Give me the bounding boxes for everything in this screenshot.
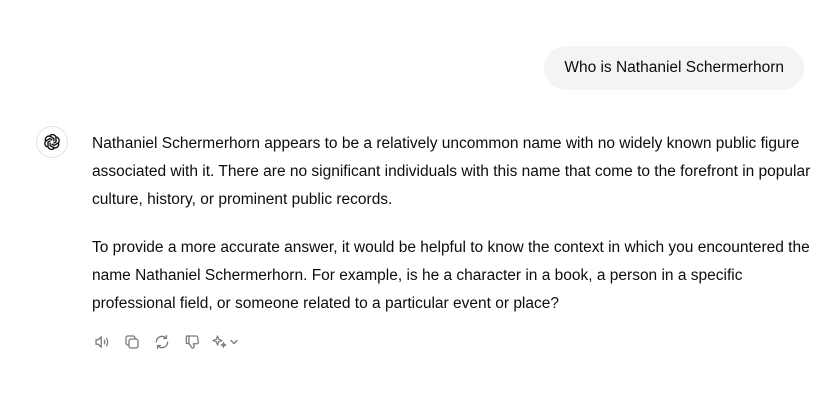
sparkle-icon [210,333,228,351]
regenerate-icon[interactable] [150,330,174,354]
message-actions [90,330,239,354]
copy-icon[interactable] [120,330,144,354]
thumbs-down-icon[interactable] [180,330,204,354]
model-switcher-button[interactable] [210,330,239,354]
assistant-paragraph: Nathaniel Schermerhorn appears to be a r… [92,135,811,208]
user-message-bubble: Who is Nathaniel Schermerhorn [544,46,804,90]
assistant-paragraph: To provide a more accurate answer, it wo… [92,239,810,312]
speaker-icon[interactable] [90,330,114,354]
openai-logo-icon [36,126,68,158]
assistant-message-body: Nathaniel Schermerhorn appears to be a r… [92,130,816,338]
chat-thread: Who is Nathaniel Schermerhorn Nathaniel … [0,0,838,414]
user-message-row: Who is Nathaniel Schermerhorn [544,46,804,90]
chevron-down-icon [229,337,239,347]
